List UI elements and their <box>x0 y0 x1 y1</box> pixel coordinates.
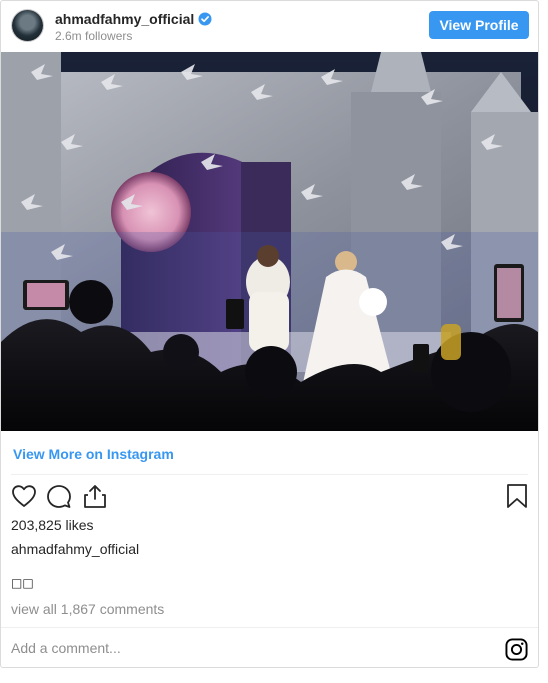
caption-username[interactable]: ahmadfahmy_official <box>11 541 139 557</box>
view-more-on-instagram-link[interactable]: View More on Instagram <box>13 446 174 462</box>
avatar[interactable] <box>12 10 43 41</box>
divider <box>1 627 538 628</box>
view-all-comments-link[interactable]: view all 1,867 comments <box>11 601 164 617</box>
heart-icon[interactable] <box>10 482 38 510</box>
likes-count[interactable]: 203,825 likes <box>11 517 94 533</box>
followers-count: 2.6m followers <box>55 29 133 43</box>
verified-badge-icon <box>198 12 212 25</box>
username[interactable]: ahmadfahmy_official <box>55 11 194 27</box>
username-row: ahmadfahmy_official <box>55 10 212 27</box>
post-header: ahmadfahmy_official 2.6m followers View … <box>1 1 538 51</box>
view-profile-button[interactable]: View Profile <box>429 11 529 39</box>
divider <box>11 474 528 475</box>
caption-text: □□ <box>11 576 34 590</box>
comment-icon[interactable] <box>45 482 73 510</box>
instagram-embed-card: ahmadfahmy_official 2.6m followers View … <box>0 0 539 668</box>
post-image[interactable] <box>1 52 538 431</box>
add-comment-input[interactable] <box>9 637 313 659</box>
instagram-icon[interactable] <box>505 638 528 661</box>
bookmark-icon[interactable] <box>503 482 531 510</box>
share-icon[interactable] <box>81 482 109 510</box>
post-image-graphic <box>1 52 538 431</box>
